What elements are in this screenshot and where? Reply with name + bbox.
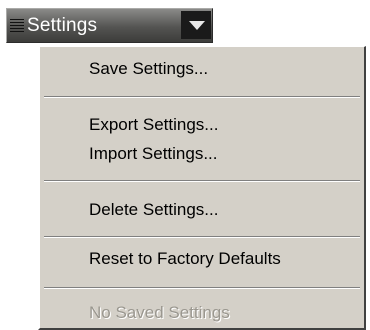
- menu-item-delete-settings[interactable]: Delete Settings...: [89, 200, 218, 220]
- drag-grip-icon: [10, 19, 24, 33]
- menu-separator: [44, 236, 360, 238]
- triangle-down-icon: [189, 21, 205, 30]
- menu-item-save-settings[interactable]: Save Settings...: [89, 59, 208, 79]
- menu-item-reset-factory-defaults[interactable]: Reset to Factory Defaults: [89, 249, 281, 269]
- menu-item-export-settings[interactable]: Export Settings...: [89, 115, 218, 135]
- dropdown-label: Settings: [27, 15, 98, 36]
- dropdown-arrow-button[interactable]: [181, 11, 211, 39]
- menu-separator: [44, 287, 360, 289]
- menu-item-import-settings[interactable]: Import Settings...: [89, 144, 218, 164]
- menu-separator: [44, 180, 360, 182]
- settings-menu: Save Settings... Export Settings... Impo…: [38, 46, 366, 330]
- menu-item-no-saved-settings: No Saved Settings: [89, 303, 230, 322]
- menu-separator: [44, 96, 360, 98]
- settings-dropdown[interactable]: Settings: [6, 8, 213, 43]
